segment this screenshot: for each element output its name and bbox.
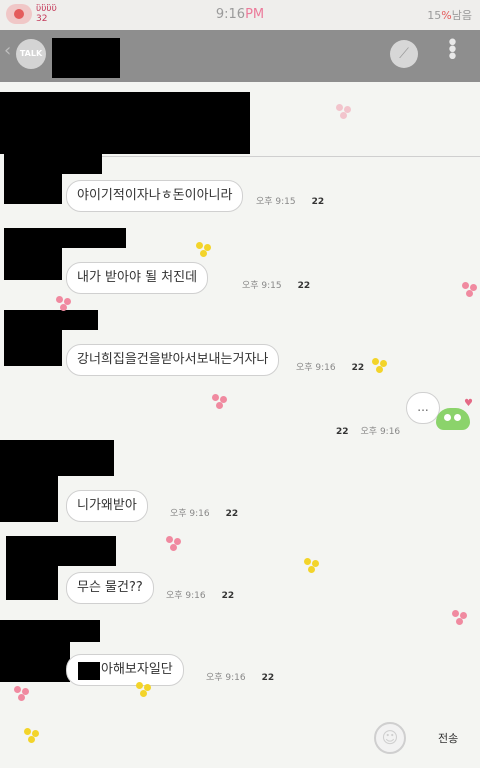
status-bar: ὓὓὓὓ 32 9:16PM 15%남음 [0,0,480,30]
message-bubble: 무슨 물건?? [66,572,154,604]
flower-icon [372,358,388,374]
sent-meta: 22 오후 9:16 [336,424,400,437]
message-bubble: 야이기적이자나ㅎ돈이아니라 [66,180,244,212]
input-bar: ☺ 전송 [0,706,480,768]
flower-icon [462,282,478,298]
flower-icon [304,558,320,574]
flower-icon [212,394,228,410]
redacted-avatar [4,242,62,280]
message-time: 오후 9:15 [242,281,282,291]
redacted-block [0,92,250,154]
sent-count: 22 [336,427,349,437]
message-count: 22 [225,509,239,519]
message-text: 니가왜받아 [77,498,137,513]
message-text: 강너희집을건을받아서보내는거자나 [77,352,269,367]
message-time: 오후 9:16 [296,363,336,373]
sticker-eye-right [454,414,461,421]
message-bubble: 강너희집을건을받아서보내는거자나 [66,344,280,376]
flower-icon [336,104,352,120]
message-text: 아해보자일단 [101,662,173,677]
sticker-eye-left [444,414,451,421]
heart-icon: ♥ [464,398,473,409]
flower-icon [56,296,72,312]
message-text: 내가 받아야 될 처진데 [77,270,198,285]
alien-sticker-icon: ♥ [436,398,473,430]
message-time: 오후 9:16 [170,509,210,519]
redacted-avatar [4,324,62,366]
message-meta: 오후 9:16 22 [170,506,238,519]
flower-icon [166,536,182,552]
status-time-suffix: PM [245,7,265,22]
chevron-left-icon[interactable]: ‹ [4,40,11,61]
message-meta: 오후 9:15 22 [256,194,324,207]
message-meta: 오후 9:15 22 [242,278,310,291]
message-time: 오후 9:16 [206,673,246,683]
flower-icon [452,610,468,626]
status-time-value: 9:16 [215,7,246,22]
message-meta: 오후 9:16 22 [166,588,234,601]
status-time: 9:16PM [0,7,480,22]
message-count: 22 [351,363,365,373]
message-bubble: 니가왜받아 [66,490,148,522]
send-label: 전송 [438,732,459,745]
redacted-chat-title [52,38,120,78]
tool-icon[interactable]: ⟋ [390,40,418,68]
redacted-avatar [4,168,62,204]
chat-header: ‹ TALK ⟋ • • • [0,30,480,82]
message-bubble: 내가 받아야 될 처진데 [66,262,209,294]
message-time: 오후 9:16 [166,591,206,601]
flower-icon [14,686,30,702]
redacted-avatar [0,468,58,522]
redacted-inline-text [78,662,100,680]
send-button[interactable]: 전송 [438,730,458,746]
talk-badge-icon[interactable]: TALK [16,39,46,69]
sent-time: 오후 9:16 [360,427,401,437]
message-count: 22 [297,281,311,291]
message-meta: 오후 9:16 22 [296,360,364,373]
chat-area: 야이기적이자나ㅎ돈이아니라 오후 9:15 22 내가 받아야 될 처진데 오후 … [0,82,480,768]
typing-bubble-text: ... [417,400,429,414]
message-time: 오후 9:15 [256,197,296,207]
talk-badge-label: TALK [19,49,43,58]
battery-status: 15%남음 [427,7,472,23]
emoji-icon[interactable]: ☺ [374,722,406,754]
battery-label: 남음 [451,9,472,22]
message-text: 야이기적이자나ㅎ돈이아니라 [77,188,233,203]
battery-unit: % [441,9,452,22]
more-vertical-icon[interactable]: • • • [446,33,459,69]
message-meta: 오후 9:16 22 [206,670,274,683]
message-count: 22 [221,591,235,601]
typing-bubble: ... [406,392,440,424]
redacted-avatar [0,634,70,682]
battery-percent: 15 [427,9,442,22]
message-text: 무슨 물건?? [77,580,143,595]
divider-line [70,156,480,157]
flower-icon [196,242,212,258]
message-count: 22 [311,197,325,207]
message-count: 22 [261,673,275,683]
redacted-avatar [6,558,58,600]
flower-icon [136,682,152,698]
